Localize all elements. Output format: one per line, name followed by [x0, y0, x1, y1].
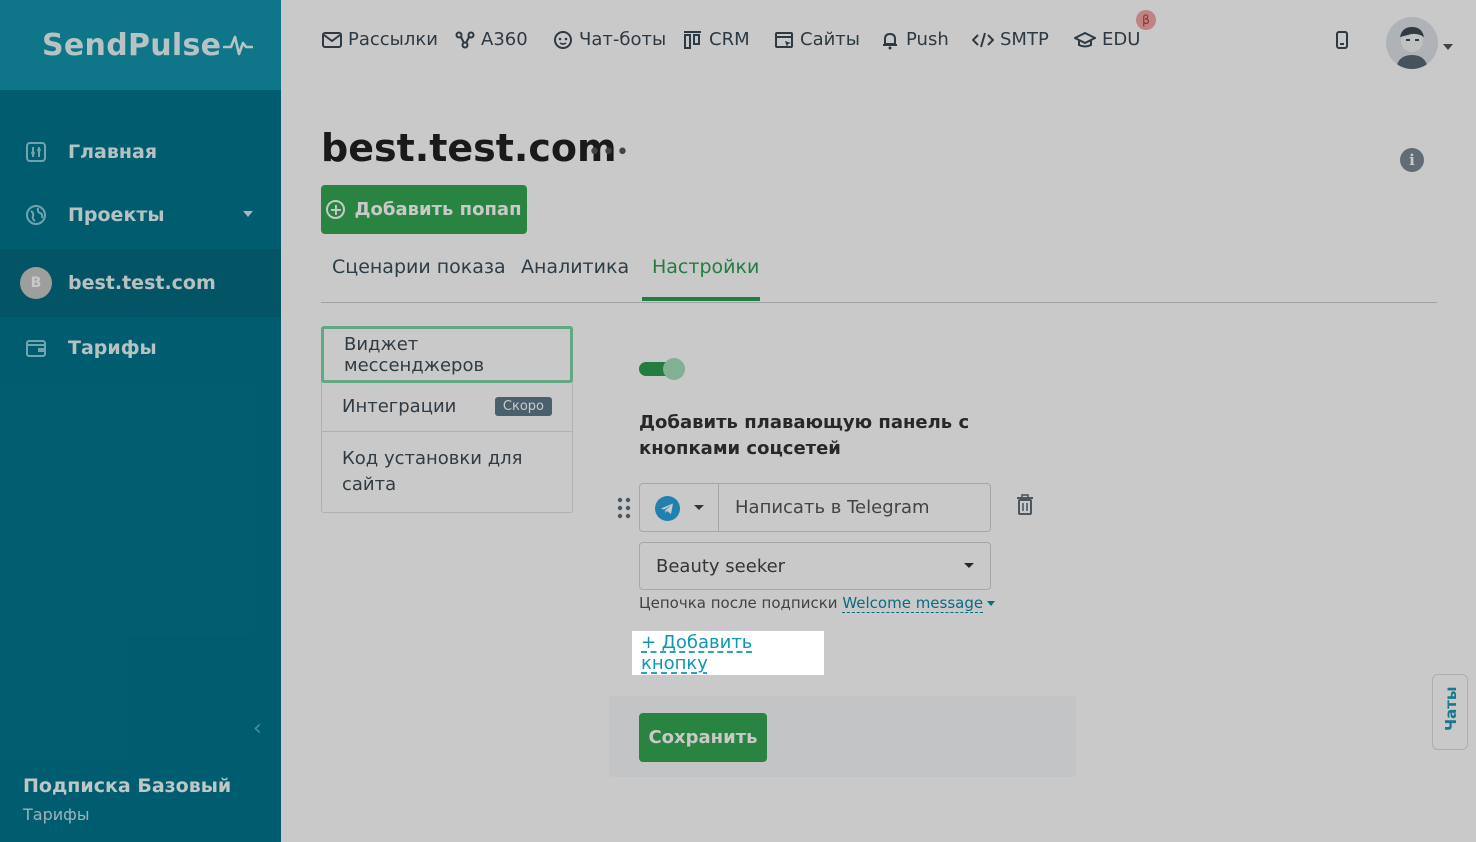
nav-sites[interactable]: Сайты [774, 29, 860, 50]
menu-item-label: Интеграции [342, 396, 457, 417]
nav-push[interactable]: Push [880, 29, 949, 50]
main-content: best.test.com ••• i + Добавить попап Сце… [281, 90, 1476, 842]
chevron-down-icon[interactable] [987, 601, 996, 606]
nav-label: Чат-боты [579, 29, 667, 50]
add-button-highlight[interactable]: + Добавить кнопку [632, 631, 824, 675]
wallet-icon [23, 335, 49, 361]
sidebar-item-project-best-test[interactable]: B best.test.com [0, 249, 281, 317]
add-button-link[interactable]: + Добавить кнопку [641, 632, 824, 674]
dashboard-icon [23, 139, 49, 165]
chain-value: Welcome message [842, 594, 984, 612]
toggle-knob [663, 358, 685, 380]
chevron-down-icon [243, 211, 253, 217]
tab-analytics[interactable]: Аналитика [521, 256, 629, 278]
nav-crm[interactable]: CRM [683, 29, 750, 50]
collapse-sidebar-icon[interactable]: ‹ [253, 716, 262, 741]
sites-icon [775, 31, 793, 48]
nav-label: EDU [1102, 29, 1141, 50]
nav-edu[interactable]: EDU [1074, 29, 1140, 50]
nav-label: Сайты [800, 29, 860, 50]
page-title: best.test.com [321, 126, 617, 170]
user-avatar[interactable] [1386, 17, 1438, 69]
menu-item-label: Код установки для сайта [342, 448, 523, 495]
sidebar: SendPulse Главная Проекты B best.test.co… [0, 0, 281, 842]
widget-enabled-toggle[interactable] [639, 358, 685, 380]
chain-select[interactable]: Welcome message [842, 594, 984, 613]
crm-icon [684, 30, 701, 49]
user-menu-caret-icon[interactable] [1443, 44, 1453, 50]
active-tab-indicator [642, 297, 760, 301]
graduation-cap-icon [1074, 31, 1096, 47]
bot-select-value: Beauty seeker [656, 555, 786, 577]
top-navigation: Рассылки A360 Чат-боты CRM Сайты Push SM… [281, 0, 1476, 90]
messenger-select[interactable] [639, 483, 719, 532]
nav-label: SMTP [1000, 29, 1049, 50]
sidebar-item-projects[interactable]: Проекты [0, 183, 281, 247]
sidebar-item-label: Тарифы [68, 337, 157, 359]
chats-tab[interactable]: Чаты [1432, 674, 1468, 750]
bot-select[interactable]: Beauty seeker [639, 542, 991, 590]
nav-mailings[interactable]: Рассылки [322, 29, 438, 50]
sidebar-item-tariffs[interactable]: Тарифы [0, 316, 281, 380]
telegram-icon [655, 496, 680, 521]
sidebar-item-home[interactable]: Главная [0, 120, 281, 184]
chain-label: Цепочка после подписки [639, 594, 838, 612]
widget-heading: Добавить плавающую панель с кнопками соц… [639, 412, 970, 459]
menu-item-install-code[interactable]: Код установки для сайта [322, 432, 572, 512]
chevron-down-icon [694, 505, 704, 510]
chevron-down-icon [964, 563, 974, 568]
menu-item-messenger-widget[interactable]: Виджет мессенджеров [321, 326, 573, 383]
project-avatar: B [20, 267, 52, 299]
sendpulse-logo[interactable]: SendPulse [42, 27, 254, 63]
globe-icon [23, 202, 49, 228]
menu-item-integrations[interactable]: Интеграции Скоро [322, 382, 572, 432]
settings-menu: Виджет мессенджеров Интеграции Скоро Код… [321, 326, 573, 513]
user-avatar-icon [1396, 27, 1428, 69]
beta-badge: β [1136, 10, 1156, 30]
tab-display-scenarios[interactable]: Сценарии показа [332, 256, 506, 278]
logo-bar: SendPulse [0, 0, 281, 90]
info-icon[interactable]: i [1400, 148, 1424, 172]
nav-smtp[interactable]: SMTP [972, 29, 1049, 50]
chats-tab-label: Чаты [1442, 686, 1460, 731]
trash-icon[interactable] [1015, 494, 1035, 520]
nav-chatbots[interactable]: Чат-боты [553, 29, 666, 50]
nav-label: Рассылки [348, 29, 438, 50]
automation-icon [455, 31, 475, 48]
tabs-divider [321, 302, 1437, 303]
save-button[interactable]: Сохранить [639, 713, 767, 762]
tab-settings[interactable]: Настройки [652, 256, 759, 278]
add-popup-button[interactable]: + Добавить попап [321, 185, 527, 234]
logo-text: SendPulse [42, 27, 222, 63]
nav-label: CRM [709, 29, 750, 50]
button-text-input[interactable]: Написать в Telegram [718, 483, 991, 532]
nav-label: A360 [481, 29, 528, 50]
bell-icon [883, 32, 897, 49]
widget-preview [1114, 328, 1437, 842]
sidebar-item-label: best.test.com [68, 272, 216, 294]
plus-circle-icon: + [326, 200, 346, 219]
nav-a360[interactable]: A360 [455, 29, 528, 50]
mail-icon [322, 31, 342, 48]
pulse-icon [223, 35, 254, 56]
widget-settings-card: Добавить плавающую панель с кнопками соц… [609, 328, 1076, 777]
mobile-icon[interactable] [1335, 30, 1349, 54]
subscription-title: Подписка Базовый [23, 775, 232, 797]
subscription-tariffs-link[interactable]: Тарифы [23, 805, 89, 824]
add-popup-label: Добавить попап [354, 199, 522, 220]
nav-label: Push [906, 29, 949, 50]
drag-handle-icon[interactable] [617, 497, 631, 523]
more-options-icon[interactable]: ••• [588, 140, 630, 165]
chatbot-icon [554, 30, 572, 49]
sidebar-item-label: Главная [68, 141, 158, 163]
subscription-chain: Цепочка после подписки Welcome message [639, 594, 996, 613]
coming-soon-badge: Скоро [494, 397, 552, 416]
sidebar-item-label: Проекты [68, 204, 165, 226]
code-icon [972, 32, 994, 47]
menu-item-label: Виджет мессенджеров [344, 333, 485, 376]
